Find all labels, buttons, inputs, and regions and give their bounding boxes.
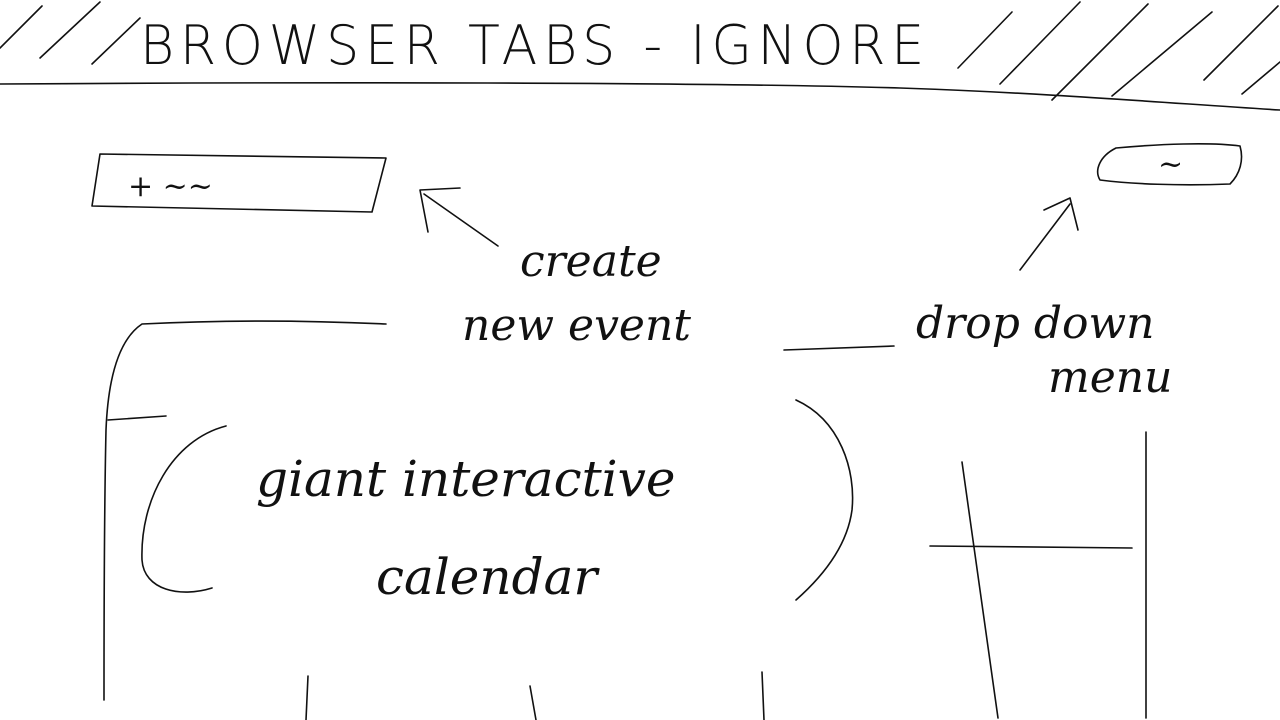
hatch-line (1051, 3, 1149, 101)
calendar-frame-top-left (103, 320, 387, 701)
calendar-frame-divider (107, 415, 167, 421)
browser-bar-bottom-edge (0, 82, 1280, 111)
side-panel (929, 431, 1147, 719)
arrow-shaft (423, 193, 499, 247)
calendar-column-line (305, 675, 309, 720)
sketch-page: BROWSER TABS - IGNORE + ~~ ~ create new … (0, 0, 1280, 720)
create-event-button[interactable]: + ~~ (91, 153, 387, 213)
dropdown-annotation-line1: drop down (916, 298, 1155, 349)
hatch-line (0, 5, 43, 49)
side-panel-left-edge (961, 461, 999, 719)
browser-tabs-bar: BROWSER TABS - IGNORE (0, 1, 1280, 111)
dropdown-annotation: drop down menu (916, 197, 1172, 403)
hatch-line (1203, 5, 1279, 81)
create-event-button-label[interactable]: + ~~ (128, 169, 213, 204)
create-event-annotation: create new event (419, 187, 691, 351)
calendar-area[interactable]: giant interactive calendar (103, 320, 895, 720)
hatch-line (957, 11, 1013, 69)
dropdown-menu-button-label[interactable]: ~ (1158, 147, 1183, 182)
calendar-column-line (761, 671, 765, 720)
wireframe-sketch: BROWSER TABS - IGNORE + ~~ ~ create new … (0, 1, 1280, 720)
create-annotation-line1: create (520, 236, 662, 287)
bracket-right (795, 399, 854, 601)
side-panel-divider (929, 545, 1133, 549)
calendar-label-line2: calendar (376, 548, 600, 606)
create-annotation-line2: new event (462, 300, 691, 351)
calendar-column-line (529, 685, 537, 720)
dropdown-annotation-line2: menu (1048, 352, 1172, 403)
dropdown-menu-button[interactable]: ~ (1096, 143, 1243, 186)
hatch-line (39, 1, 101, 59)
browser-tabs-title: BROWSER TABS - IGNORE (140, 14, 930, 77)
hatch-line (1241, 61, 1280, 95)
calendar-label-line1: giant interactive (256, 450, 676, 508)
arrow-head (1043, 197, 1079, 231)
arrow-shaft (1019, 203, 1071, 271)
calendar-frame-top-right (783, 345, 895, 351)
bracket-left (141, 425, 227, 593)
hatch-line (999, 1, 1081, 85)
hatch-line (91, 17, 141, 65)
